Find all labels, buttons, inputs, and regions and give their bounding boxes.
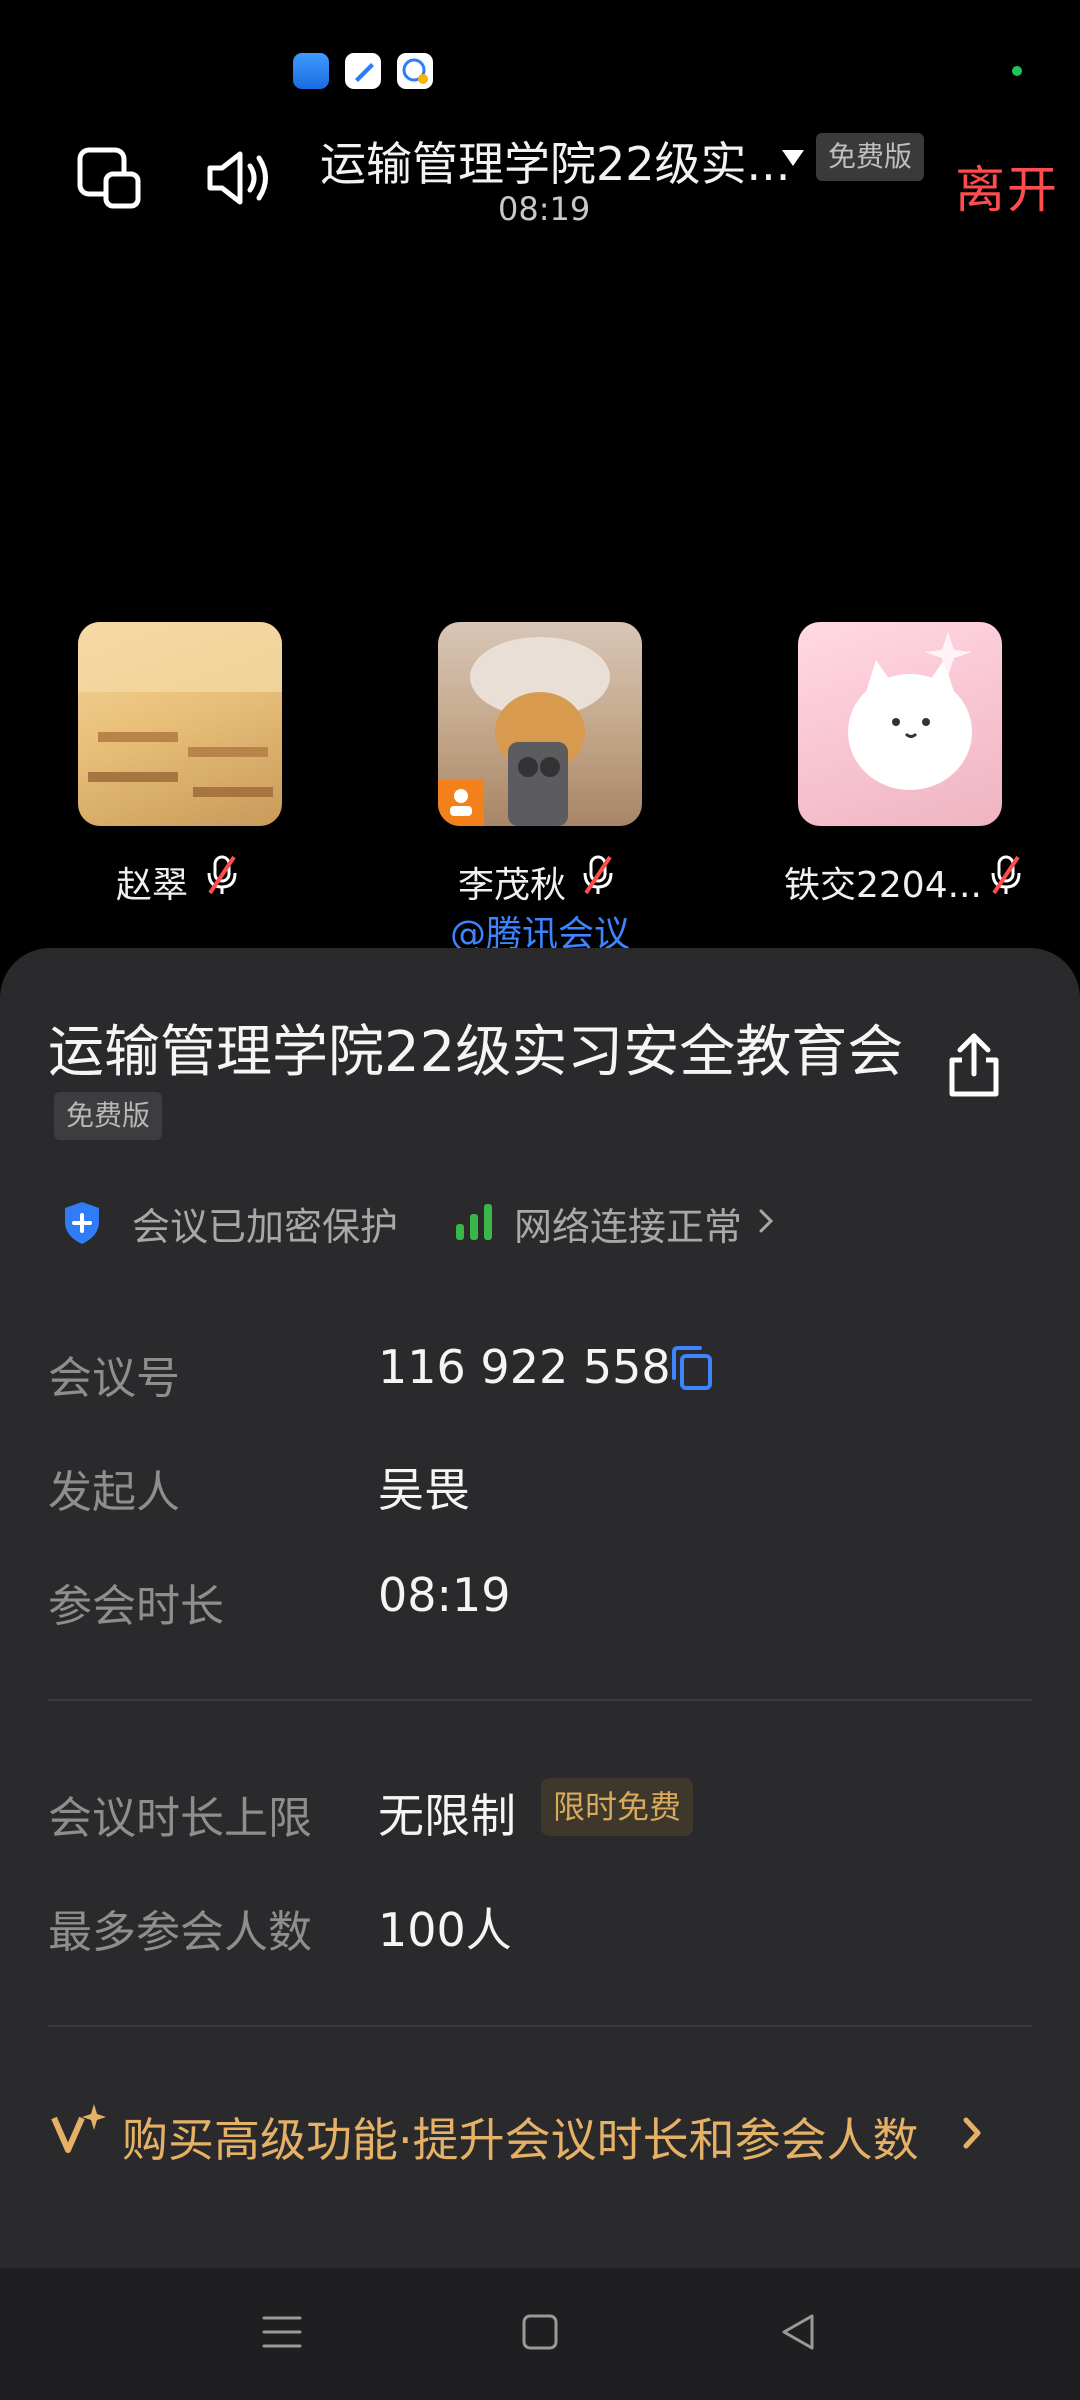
network-status-link[interactable]: 网络连接正常 — [514, 1196, 742, 1251]
share-icon[interactable] — [944, 1030, 1004, 1104]
duration-value: 08:19 — [378, 1568, 511, 1622]
max-participants-label: 最多参会人数 — [48, 1907, 312, 1958]
host-value: 吴畏 — [378, 1463, 470, 1517]
copy-icon[interactable] — [670, 1344, 714, 1396]
status-indicator-dot — [1012, 66, 1022, 76]
max-participants-value: 100人 — [378, 1903, 512, 1957]
menu-icon[interactable] — [262, 2312, 302, 2356]
participant-avatar-3[interactable] — [798, 622, 1002, 826]
signal-strength-icon — [454, 1200, 496, 1246]
meeting-full-title-text: 运输管理学院22级实习安全教育会 — [48, 1020, 904, 1085]
chevron-right-icon[interactable] — [962, 2116, 982, 2154]
chevron-right-icon[interactable] — [758, 1208, 774, 1238]
elapsed-time: 08:19 — [498, 190, 591, 228]
participant-name-2: 李茂秋 — [458, 865, 567, 906]
leave-button[interactable]: 离开 — [955, 150, 1059, 222]
free-version-badge: 免费版 — [816, 133, 925, 181]
participant-name-1: 赵翠 — [116, 865, 189, 906]
meeting-id-value: 116 922 558 — [378, 1340, 671, 1394]
host-label: 发起人 — [48, 1467, 180, 1518]
speaker-icon[interactable] — [204, 146, 274, 214]
participant-name-3: 铁交2204... — [784, 865, 982, 906]
mic-muted-icon — [204, 853, 240, 901]
meeting-full-title: 运输管理学院22级实习安全教育会免费版 — [48, 1020, 908, 1152]
encryption-status: 会议已加密保护 — [132, 1205, 399, 1249]
upgrade-promo-link[interactable]: 购买高级功能·提升会议时长和参会人数 — [122, 2104, 919, 2170]
chevron-down-icon[interactable] — [782, 150, 804, 166]
meeting-title-dropdown[interactable]: 运输管理学院22级实... — [320, 128, 790, 194]
participant-avatar-2[interactable] — [438, 622, 642, 826]
duration-limit-value: 无限制 — [378, 1789, 516, 1843]
limited-free-badge: 限时免费 — [541, 1778, 694, 1836]
back-icon[interactable] — [778, 2312, 818, 2356]
mic-muted-icon — [580, 853, 616, 901]
app-icon-notes — [345, 53, 381, 89]
divider — [48, 2025, 1032, 2027]
free-version-badge: 免费版 — [54, 1091, 163, 1140]
app-icon-blue — [293, 53, 329, 89]
meeting-id-label: 会议号 — [48, 1353, 180, 1404]
duration-limit-label: 会议时长上限 — [48, 1793, 312, 1844]
switch-camera-icon[interactable] — [76, 146, 142, 214]
duration-label: 参会时长 — [48, 1581, 224, 1632]
divider — [48, 1699, 1032, 1701]
app-icon-chat — [397, 53, 433, 89]
mic-muted-icon — [988, 853, 1024, 901]
sparkle-icon[interactable] — [50, 2102, 106, 2162]
home-icon[interactable] — [520, 2312, 560, 2356]
participant-avatar-1[interactable] — [78, 622, 282, 826]
shield-icon — [62, 1200, 102, 1250]
